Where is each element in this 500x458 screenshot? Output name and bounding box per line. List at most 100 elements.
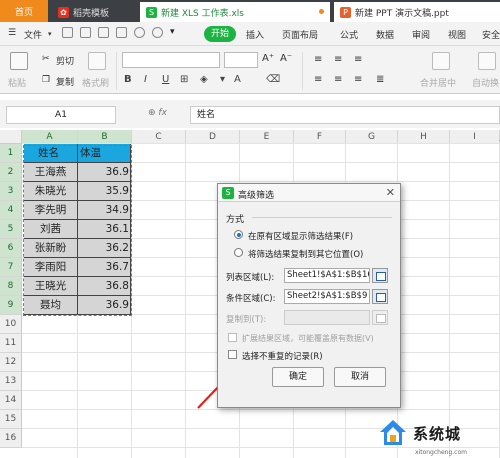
row-header-7[interactable]: 7 [0,258,22,277]
spreadsheet-icon: S [146,6,157,18]
criteria-range-input[interactable]: Sheet2!$A$1:$B$9 [284,289,370,304]
bold-icon[interactable]: B [124,74,132,85]
align-right-icon[interactable]: ≡ [354,74,362,85]
column-header-f[interactable]: F [294,130,346,144]
name-box[interactable]: A1 [6,106,116,124]
cancel-button[interactable]: 取消 [334,367,386,387]
column-header-g[interactable]: G [346,130,398,144]
expand-result-checkbox[interactable] [228,333,237,342]
tab-templates[interactable]: ✿ 稻壳模板 [52,2,136,22]
cut-button[interactable]: 剪切 [56,54,74,67]
menu-page-layout[interactable]: 页面布局 [282,28,318,41]
font-grow-icon[interactable]: A⁺ [262,53,274,64]
auto-wrap-icon[interactable] [478,52,496,70]
redo-icon[interactable] [152,27,163,38]
hamburger-icon[interactable]: ☰ [8,28,16,38]
menu-insert[interactable]: 插入 [246,28,264,41]
fill-color-icon[interactable]: ◈ [200,74,208,85]
menu-formulas[interactable]: 公式 [340,28,358,41]
paste-button[interactable]: 粘贴 [8,76,26,89]
merge-center-icon[interactable] [432,52,450,70]
merge-center-button[interactable]: 合并居中 [420,76,456,89]
format-painter-icon[interactable] [88,52,106,70]
align-bottom-icon[interactable]: ≡ [354,54,362,65]
format-painter-button[interactable]: 格式刷 [82,76,109,89]
row-header-4[interactable]: 4 [0,201,22,220]
align-top-icon[interactable]: ≡ [314,54,322,65]
menu-data[interactable]: 数据 [376,28,394,41]
undo-icon[interactable] [134,27,145,38]
font-size-select[interactable] [224,52,258,68]
column-header-c[interactable]: C [132,130,186,144]
select-all-corner[interactable] [0,130,22,144]
eraser-icon[interactable]: ⌫ [266,74,280,85]
menu-bar: ☰ 文件 ▾ ▾ 开始 插入 页面布局 公式 数据 审阅 视图 安全 [0,22,500,46]
export-pdf-icon[interactable] [80,27,91,38]
align-middle-icon[interactable]: ≡ [334,54,342,65]
column-header-a[interactable]: A [22,130,78,144]
menu-file[interactable]: 文件 [24,28,42,41]
tab-home[interactable]: 首页 [0,0,48,22]
copy-button[interactable]: 复制 [56,75,74,88]
save-icon[interactable] [62,27,73,38]
row-header-9[interactable]: 9 [0,296,22,315]
ok-button[interactable]: 确定 [272,367,324,387]
column-header-h[interactable]: H [398,130,450,144]
tab-xls[interactable]: S 新建 XLS 工作表.xls [140,2,330,22]
underline-icon[interactable]: U [162,74,169,85]
row-header-6[interactable]: 6 [0,239,22,258]
paste-icon[interactable] [10,52,28,70]
radio-copy-to[interactable] [234,248,243,257]
justify-icon[interactable]: ≣ [376,74,384,85]
row-header-11[interactable]: 11 [0,334,22,353]
column-header-i[interactable]: I [450,130,500,144]
font-color-icon[interactable]: A [234,74,241,85]
column-header-d[interactable]: D [186,130,240,144]
row-header-5[interactable]: 5 [0,220,22,239]
close-icon[interactable]: ✕ [386,186,395,199]
criteria-range-picker-icon[interactable] [372,289,388,304]
menu-review[interactable]: 审阅 [412,28,430,41]
row-header-13[interactable]: 13 [0,372,22,391]
menu-security[interactable]: 安全 [482,28,500,41]
formula-input[interactable]: 姓名 [190,106,500,124]
row-header-10[interactable]: 10 [0,315,22,334]
auto-wrap-button[interactable]: 自动换 [472,76,499,89]
font-family-select[interactable] [122,52,220,68]
mode-section-label: 方式 [226,215,245,225]
print-icon[interactable] [98,27,109,38]
column-header-e[interactable]: E [240,130,294,144]
row-header-3[interactable]: 3 [0,182,22,201]
row-header-14[interactable]: 14 [0,391,22,410]
chevron-down-icon[interactable]: ▾ [48,30,52,38]
align-center-icon[interactable]: ≡ [334,74,342,85]
tab-home-label: 首页 [14,7,33,18]
column-header-b[interactable]: B [78,130,132,144]
copy-to-picker-icon[interactable] [372,310,388,325]
row-header-15[interactable]: 15 [0,410,22,429]
radio-in-place[interactable] [234,230,243,239]
copy-to-input[interactable] [284,310,370,325]
align-left-icon[interactable]: ≡ [314,74,322,85]
row-header-1[interactable]: 1 [0,144,22,163]
more-icon[interactable]: ▾ [170,27,181,38]
font-shrink-icon[interactable]: A⁻ [280,53,292,64]
unique-records-label: 选择不重复的记录(R) [242,352,323,362]
docer-icon: ✿ [58,6,69,18]
row-header-2[interactable]: 2 [0,163,22,182]
italic-icon[interactable]: I [144,74,147,85]
tab-ppt[interactable]: P 新建 PPT 演示文稿.ppt [334,2,500,22]
fill-dropdown-icon[interactable]: ▾ [220,74,225,85]
border-icon[interactable]: ⊞ [180,74,188,85]
selection-marquee [23,145,132,316]
unique-records-checkbox[interactable] [228,350,237,359]
list-range-picker-icon[interactable] [372,268,388,283]
row-header-12[interactable]: 12 [0,353,22,372]
row-header-16[interactable]: 16 [0,429,22,448]
list-range-input[interactable]: Sheet1!$A$1:$B$16 [284,268,370,283]
menu-view[interactable]: 视图 [448,28,466,41]
row-header-8[interactable]: 8 [0,277,22,296]
menu-start[interactable]: 开始 [204,26,236,42]
print-preview-icon[interactable] [116,27,127,38]
scissors-icon: ✂ [42,54,50,64]
